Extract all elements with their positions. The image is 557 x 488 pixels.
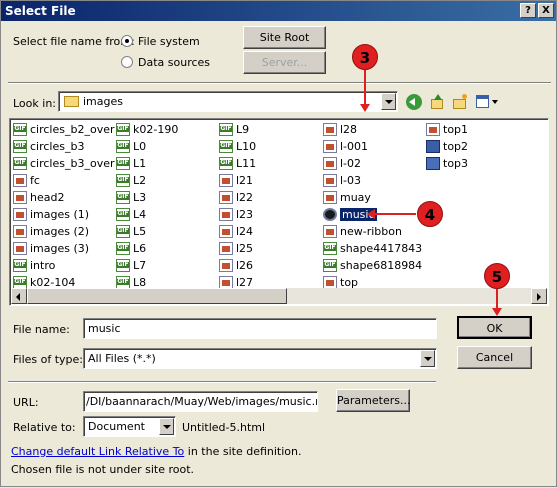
- annotation-5-arrowhead: [492, 308, 502, 316]
- annotation-3: 3: [352, 44, 378, 70]
- annotation-4: 4: [417, 201, 443, 227]
- annotation-overlay: [360, 69, 502, 316]
- annotation-4-arrowhead: [367, 209, 375, 219]
- annotation-3-arrowhead: [360, 104, 370, 112]
- select-file-dialog: Select File ? X Select file name from: F…: [0, 0, 557, 487]
- annotation-5: 5: [484, 263, 510, 289]
